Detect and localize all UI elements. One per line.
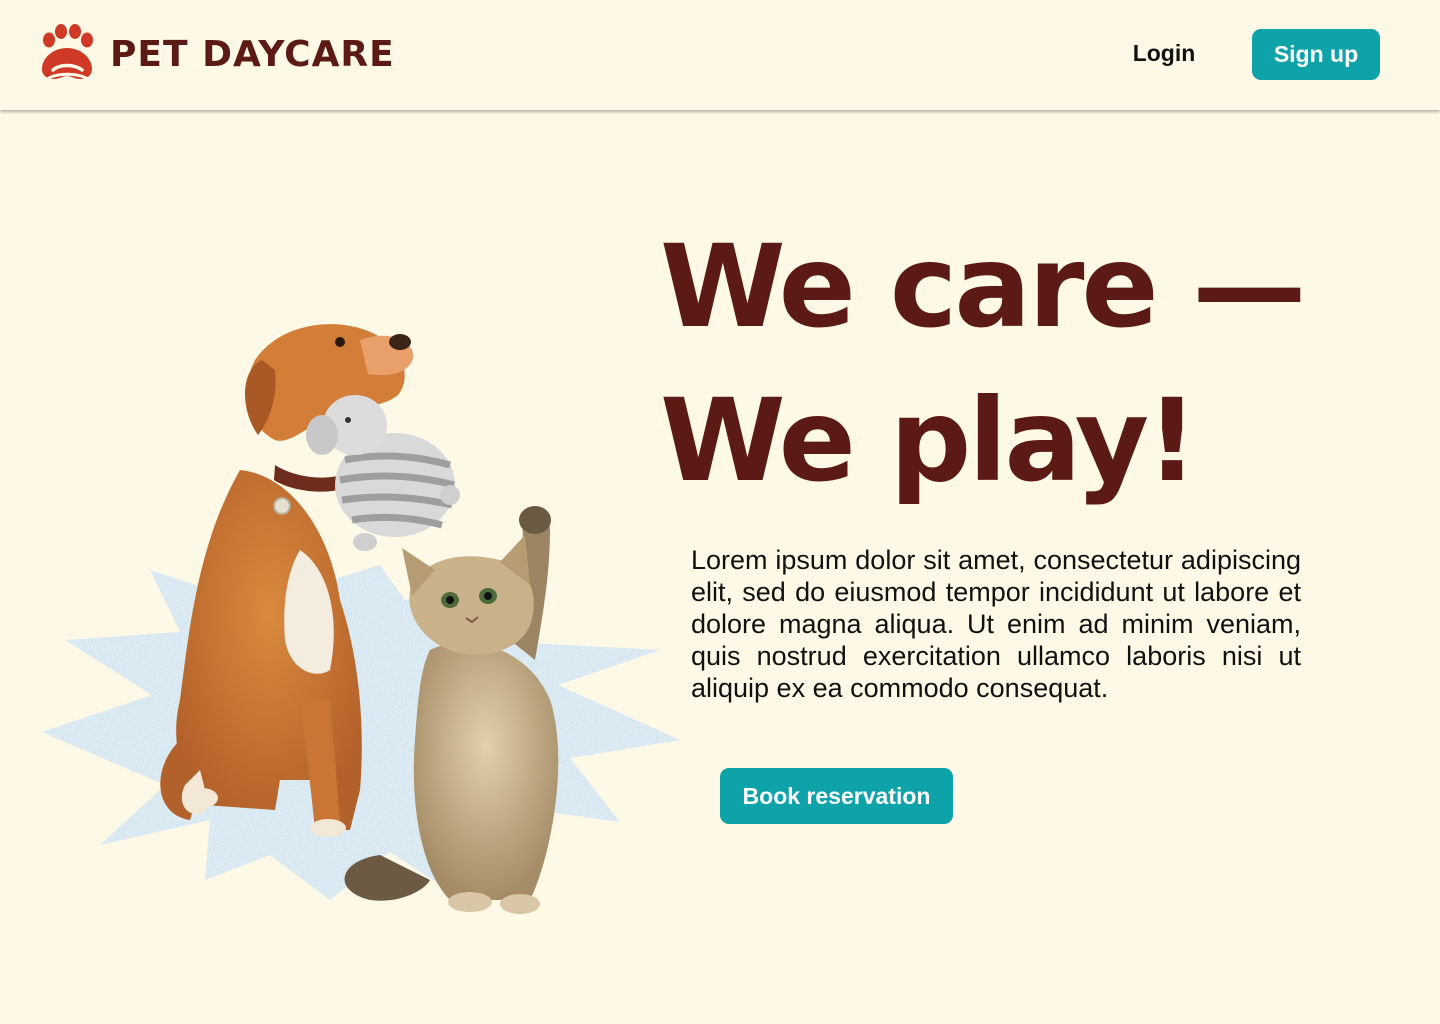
hero-heading-line-1: We care — [660, 220, 1306, 353]
hero-image [42, 324, 680, 914]
plush-toy [306, 395, 460, 551]
brand[interactable]: PET DAYCARE [36, 24, 395, 84]
hero-heading-line-2: We play! [660, 374, 1198, 507]
hero-description: Lorem ipsum dolor sit amet, consectetur … [691, 545, 1301, 703]
signup-button[interactable]: Sign up [1252, 29, 1380, 80]
site-header: PET DAYCARE Login Sign up [0, 0, 1440, 110]
paw-icon [42, 24, 93, 80]
starburst-shape [42, 532, 680, 900]
book-reservation-button[interactable]: Book reservation [720, 768, 953, 824]
brand-name: PET DAYCARE [110, 34, 395, 75]
hero-heading: We care — We play! [660, 210, 1306, 518]
login-link[interactable]: Login [1124, 40, 1204, 67]
